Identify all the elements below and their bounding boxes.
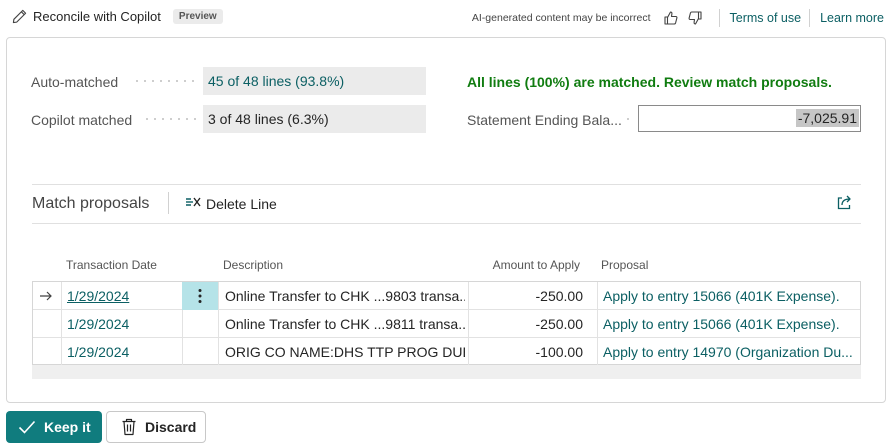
learn-more-link[interactable]: Learn more [820, 11, 884, 25]
match-proposals-title: Match proposals [32, 195, 150, 212]
delete-line-button[interactable]: Delete Line [185, 195, 277, 212]
table-row[interactable]: 1/29/2024 Online Transfer to CHK ...9803… [33, 282, 860, 310]
transaction-date-cell[interactable]: 1/29/2024 [67, 282, 177, 310]
leader-dots [624, 118, 634, 120]
amount-cell: -250.00 [535, 288, 583, 304]
leader-dots [143, 118, 199, 120]
statement-balance-label: Statement Ending Bala... [467, 112, 622, 128]
header-divider [809, 9, 811, 27]
keep-it-button[interactable]: Keep it [6, 411, 102, 443]
header-divider [718, 9, 720, 27]
column-header-amount[interactable]: Amount to Apply [468, 258, 580, 272]
leader-dots [133, 80, 199, 82]
transaction-date-cell[interactable]: 1/29/2024 [67, 310, 177, 338]
copilot-matched-label: Copilot matched [31, 112, 133, 128]
checkmark-icon [18, 420, 36, 434]
keep-it-label: Keep it [44, 419, 91, 435]
row-actions-button[interactable] [182, 282, 218, 310]
copilot-matched-field: Copilot matched [31, 106, 132, 134]
delete-line-label: Delete Line [206, 195, 277, 212]
discard-button[interactable]: Discard [106, 411, 206, 443]
auto-matched-label: Auto-matched [31, 74, 119, 90]
column-header-date[interactable]: Transaction Date [66, 258, 157, 272]
section-divider [32, 223, 861, 224]
share-icon[interactable] [836, 195, 852, 214]
copilot-header: Reconcile with Copilot Preview AI-genera… [0, 0, 891, 36]
description-cell: Online Transfer to CHK ...9811 transa... [225, 316, 465, 332]
proposal-cell[interactable]: Apply to entry 14970 (Organization Du... [603, 338, 860, 366]
dialog-title: Reconcile with Copilot [33, 9, 161, 24]
more-vertical-icon [198, 289, 202, 303]
reconcile-panel: Auto-matched 45 of 48 lines (93.8%) Copi… [6, 37, 886, 403]
transaction-date-cell[interactable]: 1/29/2024 [67, 338, 177, 366]
copilot-matched-value: 3 of 48 lines (6.3%) [203, 105, 426, 133]
terms-of-use-link[interactable]: Terms of use [730, 11, 802, 25]
section-divider [32, 184, 861, 185]
description-cell: Online Transfer to CHK ...9803 transa... [225, 288, 465, 304]
ai-disclaimer: AI-generated content may be incorrect [471, 12, 651, 24]
statement-balance-value: -7,025.91 [795, 109, 859, 127]
column-header-description[interactable]: Description [223, 258, 283, 272]
grid-empty-row [32, 365, 861, 379]
row-selected-arrow-icon [39, 282, 59, 310]
description-cell: ORIG CO NAME:DHS TTP PROG DUE ... [225, 344, 465, 360]
auto-matched-value[interactable]: 45 of 48 lines (93.8%) [203, 67, 426, 95]
pencil-icon [12, 9, 27, 24]
auto-matched-field: Auto-matched [31, 68, 118, 96]
discard-label: Discard [145, 419, 197, 435]
proposal-cell[interactable]: Apply to entry 15066 (401K Expense). [603, 282, 860, 310]
column-header-proposal[interactable]: Proposal [601, 258, 648, 272]
statement-balance-input[interactable]: -7,025.91 [638, 105, 861, 132]
amount-cell: -250.00 [535, 316, 583, 332]
amount-cell: -100.00 [535, 344, 583, 360]
trash-icon [122, 418, 136, 436]
thumbs-down-icon[interactable] [687, 10, 703, 26]
toolbar-divider [168, 192, 169, 214]
preview-badge: Preview [172, 9, 223, 24]
proposal-cell[interactable]: Apply to entry 15066 (401K Expense). [603, 310, 860, 338]
table-row[interactable]: 1/29/2024 Online Transfer to CHK ...9811… [33, 310, 860, 338]
statement-balance-field: Statement Ending Bala... [467, 106, 622, 134]
thumbs-up-icon[interactable] [663, 10, 679, 26]
all-matched-message: All lines (100%) are matched. Review mat… [467, 74, 832, 90]
table-row[interactable]: 1/29/2024 ORIG CO NAME:DHS TTP PROG DUE … [33, 338, 860, 366]
delete-line-icon [185, 195, 206, 212]
grid-body: 1/29/2024 Online Transfer to CHK ...9803… [32, 281, 861, 366]
